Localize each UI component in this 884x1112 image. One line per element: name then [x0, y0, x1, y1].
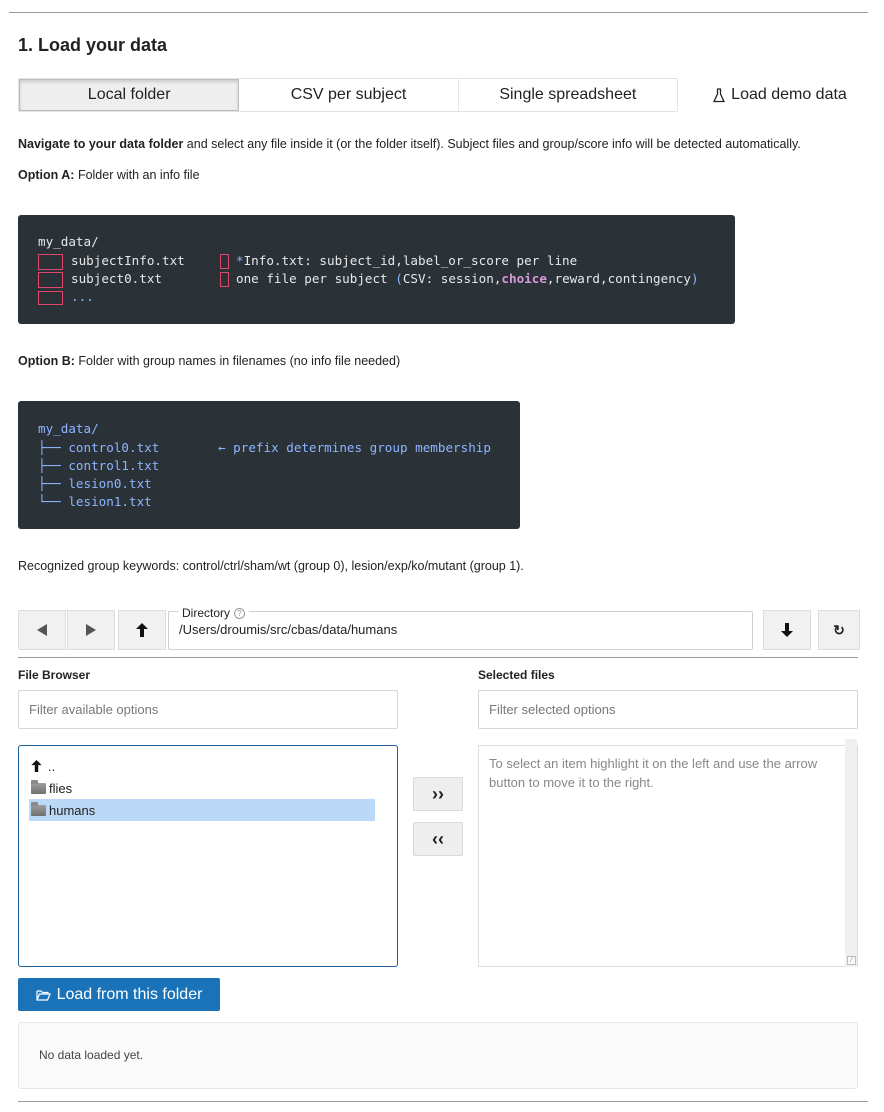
refresh-icon: ↻: [833, 621, 845, 638]
filter-selected-input[interactable]: Filter selected options: [478, 690, 858, 729]
flask-icon: [713, 87, 726, 102]
code-a-line1: subjectInfo.txt: [38, 252, 185, 270]
code-a-note2: one file per subject (CSV: session,choic…: [220, 270, 699, 288]
move-left-button[interactable]: ‹‹: [413, 822, 463, 856]
code-a-root: my_data/: [38, 234, 99, 249]
scrollbar[interactable]: [845, 739, 857, 967]
code-a-file3: ...: [71, 289, 94, 304]
bottom-divider: [18, 1101, 868, 1102]
option-b-bold: Option B:: [18, 354, 75, 368]
option-a-heading: Option A: Folder with an info file: [18, 168, 200, 182]
load-demo-button[interactable]: Load demo data: [700, 78, 860, 112]
download-button[interactable]: [763, 610, 811, 650]
folder-icon: [31, 779, 46, 794]
load-folder-label: Load from this folder: [56, 985, 203, 1003]
filter-available-input[interactable]: Filter available options: [18, 690, 398, 729]
option-a-rest: Folder with an info file: [74, 168, 200, 182]
intro-text: Navigate to your data folder and select …: [18, 137, 801, 151]
selected-hint: To select an item highlight it on the le…: [489, 756, 818, 790]
code-b-note: ← prefix determines group membership: [218, 440, 491, 455]
top-divider: [9, 12, 868, 13]
option-b-heading: Option B: Folder with group names in fil…: [18, 354, 400, 368]
file-browser-label: File Browser: [18, 668, 91, 682]
directory-value: /Users/droumis/src/cbas/data/humans: [179, 622, 398, 637]
folder-icon: [31, 801, 46, 816]
option-b-rest: Folder with group names in filenames (no…: [74, 354, 401, 368]
code-b-line4: └── lesion1.txt: [38, 494, 152, 509]
intro-bold: Navigate to your data folder: [18, 137, 184, 151]
resize-handle-icon[interactable]: ⁄: [847, 956, 856, 965]
arrow-down-icon: [781, 623, 793, 637]
option-b-code-block: my_data/ ├── control0.txt ├── control1.t…: [18, 401, 520, 529]
selected-files-label: Selected files: [478, 668, 555, 682]
code-b-root: my_data/: [38, 421, 99, 436]
code-a-line2: subject0.txt: [38, 270, 162, 288]
arrow-up-icon: [136, 623, 148, 637]
code-a-line3: ...: [38, 288, 94, 306]
intro-rest: and select any file inside it (or the fo…: [183, 137, 801, 151]
file-browser-list[interactable]: .. flies humans: [18, 745, 398, 967]
refresh-button[interactable]: ↻: [818, 610, 860, 650]
selected-files-list[interactable]: To select an item highlight it on the le…: [478, 739, 858, 967]
list-item-flies[interactable]: flies: [29, 777, 375, 799]
forward-button[interactable]: [67, 610, 115, 650]
up-button[interactable]: [118, 610, 166, 650]
code-a-file1: subjectInfo.txt: [71, 253, 185, 268]
code-b-line2: ├── control1.txt: [38, 458, 160, 473]
tab-csv-per-subject[interactable]: CSV per subject: [239, 79, 459, 111]
keywords-text: Recognized group keywords: control/ctrl/…: [18, 559, 524, 573]
tab-single-spreadsheet[interactable]: Single spreadsheet: [459, 79, 677, 111]
list-item-parent[interactable]: ..: [29, 755, 375, 777]
code-b-line3: ├── lesion0.txt: [38, 476, 152, 491]
back-button[interactable]: [18, 610, 66, 650]
code-b-line1: ├── control0.txt: [38, 440, 160, 455]
option-a-bold: Option A:: [18, 168, 75, 182]
code-a-file2: subject0.txt: [71, 271, 162, 286]
list-item-humans[interactable]: humans: [29, 799, 375, 821]
load-demo-label: Load demo data: [731, 86, 847, 103]
folder-open-icon: [35, 989, 51, 1001]
move-right-button[interactable]: ››: [413, 777, 463, 811]
status-text: No data loaded yet.: [39, 1048, 144, 1062]
nav-divider: [18, 657, 858, 658]
directory-label: Directory?: [178, 606, 250, 620]
triangle-right-icon: [86, 624, 96, 636]
section-title: 1. Load your data: [18, 35, 168, 55]
option-a-code-block: my_data/ subjectInfo.txt subject0.txt ..…: [18, 215, 735, 324]
status-panel: No data loaded yet.: [18, 1022, 858, 1089]
tab-local-folder[interactable]: Local folder: [19, 79, 240, 111]
source-tabs: Local folder CSV per subject Single spre…: [18, 78, 678, 112]
help-icon: ?: [234, 607, 246, 619]
triangle-left-icon: [37, 624, 47, 636]
code-a-note1: *Info.txt: subject_id,label_or_score per…: [220, 252, 577, 270]
arrow-up-icon: [31, 760, 42, 772]
load-folder-button[interactable]: Load from this folder: [18, 978, 220, 1011]
